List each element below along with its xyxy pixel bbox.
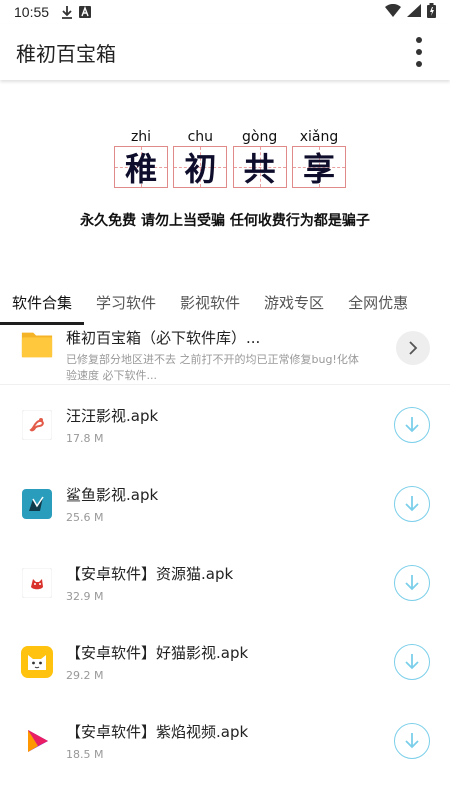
item-size: 32.9 M (66, 589, 104, 603)
download-icon[interactable] (394, 406, 430, 443)
tab-games[interactable]: 游戏专区 (264, 285, 324, 325)
featured-info: 稚初百宝箱（必下软件库）... 已修复部分地区进不去 之前打不开的均已正常修复b… (66, 327, 396, 384)
item-info: 汪汪影视.apk 17.8 M (66, 405, 384, 445)
item-name: 鲨鱼影视.apk (66, 485, 159, 504)
app-list: 稚初百宝箱（必下软件库）... 已修复部分地区进不去 之前打不开的均已正常修复b… (0, 325, 450, 800)
featured-name: 稚初百宝箱（必下软件库）... (66, 329, 261, 347)
item-name: 【安卓软件】资源猫.apk (66, 564, 234, 583)
download-icon (61, 5, 73, 19)
shark-app-icon (20, 487, 54, 521)
featured-folder-item[interactable]: 稚初百宝箱（必下软件库）... 已修复部分地区进不去 之前打不开的均已正常修复b… (0, 325, 450, 385)
item-size: 17.8 M (66, 431, 104, 445)
pinyin-label: gòng (242, 129, 278, 145)
status-right (385, 2, 436, 22)
item-info: 鲨鱼影视.apk 25.6 M (66, 484, 384, 524)
pinyin-label: chu (187, 129, 214, 145)
character-box: 初 (173, 146, 228, 188)
ziyan-app-icon (20, 724, 54, 758)
tab-software-collection[interactable]: 软件合集 (0, 285, 85, 325)
more-options-icon[interactable] (404, 32, 434, 72)
download-icon[interactable] (394, 643, 430, 680)
pinyin-label: zhi (130, 129, 152, 145)
item-name: 【安卓软件】紫焰视频.apk (66, 722, 249, 741)
list-item[interactable]: 汪汪影视.apk 17.8 M (0, 385, 450, 464)
haomao-app-icon (20, 645, 54, 679)
item-info: 【安卓软件】紫焰视频.apk 18.5 M (66, 721, 384, 761)
chevron-right-icon[interactable] (396, 331, 430, 365)
signal-icon (407, 3, 421, 21)
tab-video-software[interactable]: 影视软件 (180, 285, 240, 325)
character-box: 稚 (114, 146, 168, 188)
status-bar: 10:55 (0, 0, 450, 24)
download-icon[interactable] (394, 485, 430, 522)
download-icon[interactable] (394, 722, 430, 759)
category-tabs: 软件合集 学习软件 影视软件 游戏专区 全网优惠 (0, 285, 450, 325)
banner: zhi 稚 chu 初 gòng 共 xiǎng 享 永久免费 请勿上当受骗 任… (0, 80, 450, 285)
pinyin-label: xiǎng (299, 129, 339, 145)
banner-characters: zhi 稚 chu 初 gòng 共 xiǎng 享 (112, 128, 348, 188)
banner-char-3: gòng 共 (231, 128, 289, 188)
app-title: 稚初百宝箱 (16, 41, 116, 66)
wangwang-app-icon (20, 408, 54, 442)
list-item[interactable]: 【安卓软件】好猫影视.apk 29.2 M (0, 622, 450, 701)
item-name: 汪汪影视.apk (66, 406, 159, 425)
status-time: 10:55 (14, 4, 50, 20)
item-size: 18.5 M (66, 747, 104, 761)
item-name: 【安卓软件】好猫影视.apk (66, 643, 249, 662)
banner-slogan: 永久免费 请勿上当受骗 任何收费行为都是骗子 (80, 213, 370, 229)
character-box: 共 (232, 146, 287, 188)
featured-desc: 已修复部分地区进不去 之前打不开的均已正常修复bug!化体验速度 必下软件... (66, 353, 359, 382)
banner-char-2: chu 初 (171, 128, 229, 188)
character-box: 享 (291, 146, 346, 188)
item-info: 【安卓软件】资源猫.apk 32.9 M (66, 563, 384, 603)
font-icon (79, 6, 92, 18)
item-info: 【安卓软件】好猫影视.apk 29.2 M (66, 642, 384, 682)
app-bar: 稚初百宝箱 (0, 24, 450, 80)
list-item[interactable]: 【安卓软件】资源猫.apk 32.9 M (0, 543, 450, 622)
tab-study-software[interactable]: 学习软件 (96, 285, 156, 325)
item-size: 29.2 M (66, 668, 104, 682)
item-size: 25.6 M (66, 510, 104, 524)
wifi-icon (385, 3, 401, 21)
folder-icon (20, 327, 54, 361)
banner-char-1: zhi 稚 (112, 128, 170, 188)
download-icon[interactable] (394, 564, 430, 601)
list-item[interactable]: 【安卓软件】紫焰视频.apk 18.5 M (0, 701, 450, 780)
battery-icon (427, 2, 436, 22)
banner-char-4: xiǎng 享 (290, 128, 348, 188)
tab-deals[interactable]: 全网优惠 (348, 285, 408, 325)
resource-cat-app-icon (20, 566, 54, 600)
list-item[interactable]: 鲨鱼影视.apk 25.6 M (0, 464, 450, 543)
